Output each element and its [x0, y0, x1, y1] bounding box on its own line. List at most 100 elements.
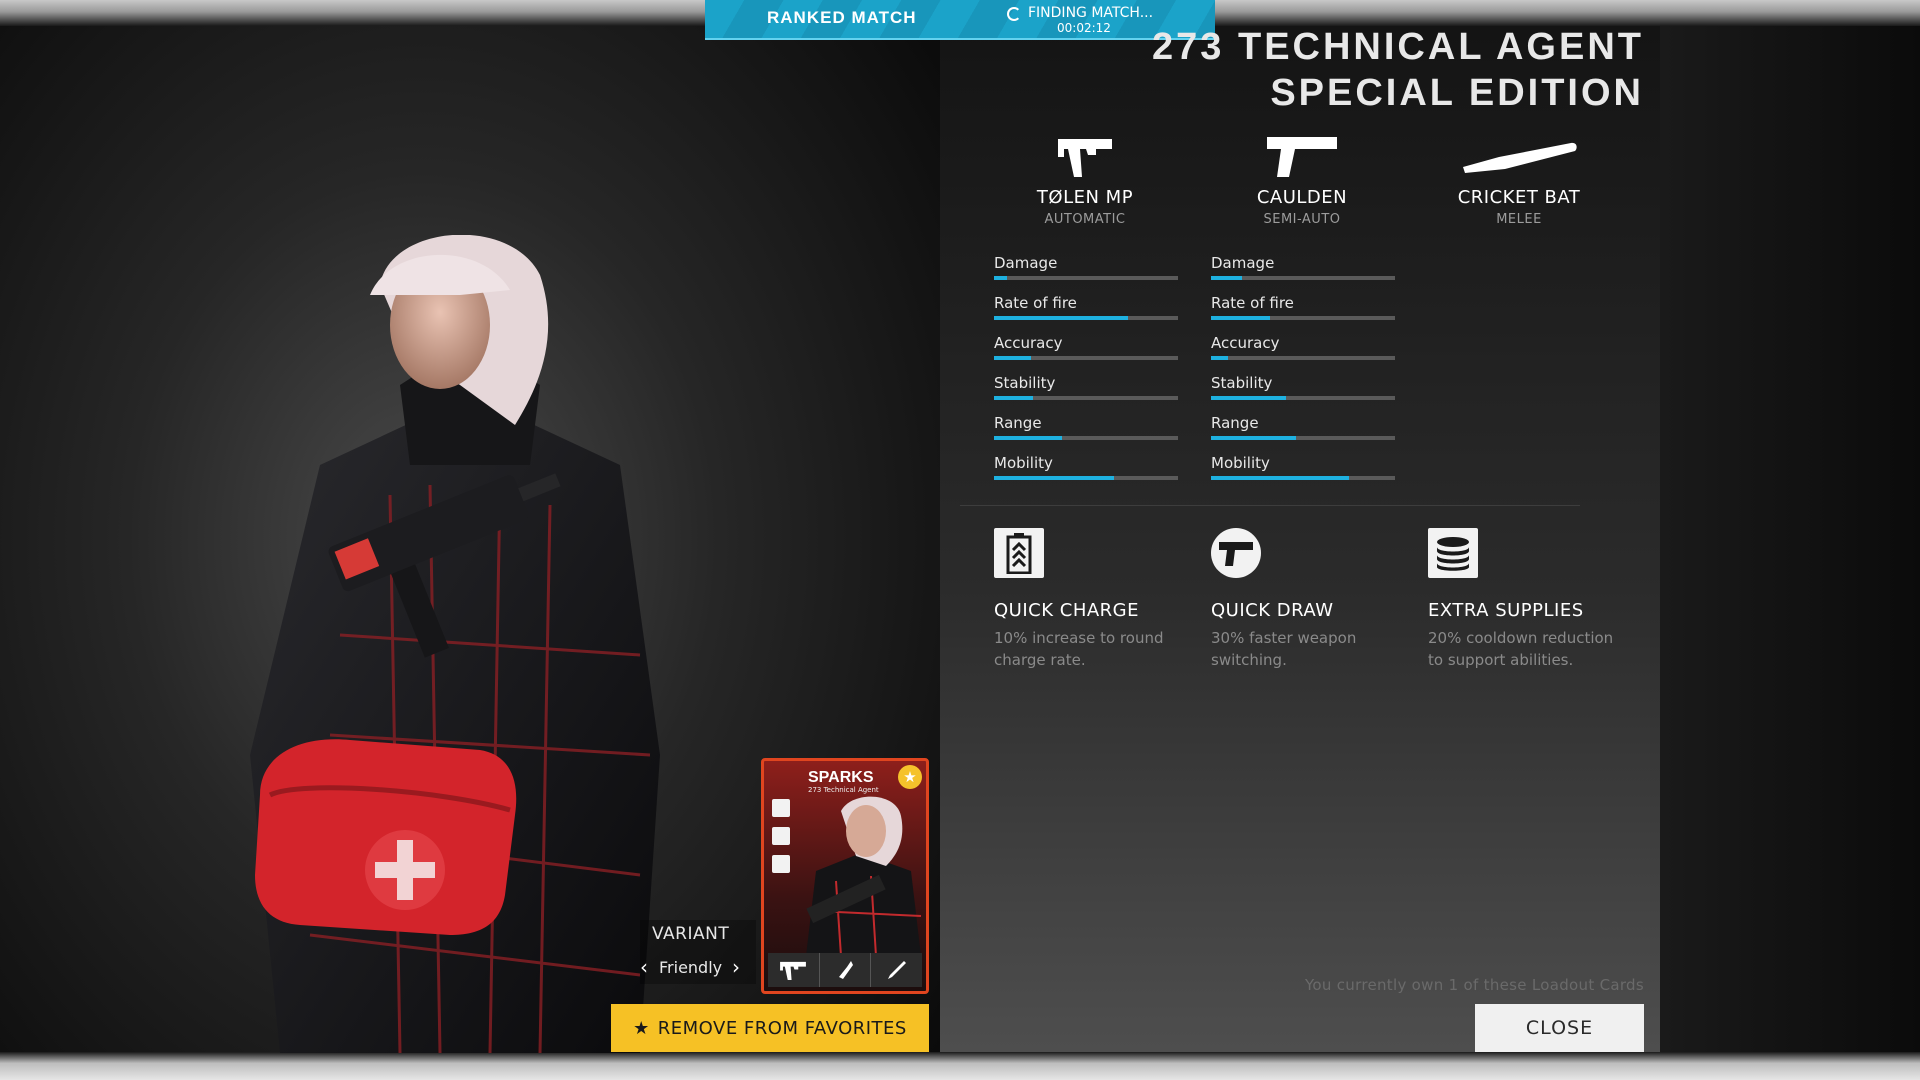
match-status-banner: RANKED MATCH FINDING MATCH... 00:02:12: [705, 0, 1215, 40]
weapon-secondary-type: SEMI-AUTO: [1263, 212, 1341, 227]
weapon-melee: CRICKET BAT MELEE: [1409, 133, 1629, 227]
stat-label: Stability: [1211, 374, 1273, 392]
pistol-icon: [818, 953, 871, 987]
close-button[interactable]: CLOSE: [1475, 1004, 1644, 1052]
section-divider: [960, 505, 1580, 506]
weapon-melee-name: CRICKET BAT: [1457, 187, 1581, 208]
stat-label: Mobility: [1211, 454, 1270, 472]
stat-label: Range: [1211, 414, 1259, 432]
stat-bar-track: [1211, 436, 1395, 440]
card-agent-name: SPARKS: [808, 769, 874, 786]
stat-bar-track: [1211, 396, 1395, 400]
weapon-primary-name: TØLEN MP: [1036, 187, 1134, 208]
stat-row: Stability: [1211, 374, 1395, 414]
perk-name: EXTRA SUPPLIES: [1428, 600, 1584, 621]
stat-bar-fill: [994, 436, 1063, 440]
secondary-weapon-stats: Damage Rate of fire Accuracy Stability Range…: [1211, 254, 1395, 494]
stat-label: Stability: [994, 374, 1056, 392]
stat-bar-fill: [1211, 356, 1228, 360]
weapon-melee-type: MELEE: [1496, 212, 1542, 227]
card-perk-icons: [772, 799, 792, 883]
weapon-primary: TØLEN MP AUTOMATIC: [975, 133, 1195, 227]
stat-bar-track: [1211, 316, 1395, 320]
loadout-edition: SPECIAL EDITION: [1270, 72, 1644, 114]
stat-label: Mobility: [994, 454, 1053, 472]
stat-bar-fill: [1211, 276, 1243, 280]
match-status-label: FINDING MATCH...: [1028, 5, 1154, 21]
perk-extra-supplies: EXTRA SUPPLIES 20% cooldown reduction to…: [1428, 528, 1628, 671]
bottom-frame-bar: [0, 1052, 1920, 1080]
favorite-star-icon: ★: [898, 765, 922, 789]
variant-next-chevron-icon[interactable]: ›: [732, 955, 740, 979]
loadout-card[interactable]: SPARKS 273 Technical Agent ★: [761, 758, 929, 994]
stat-bar-fill: [994, 476, 1114, 480]
stat-row: Mobility: [1211, 454, 1395, 494]
supplies-stack-icon: [1428, 528, 1478, 578]
stat-bar-fill: [994, 316, 1129, 320]
stat-bar-track: [1211, 276, 1395, 280]
perk-quick-draw: QUICK DRAW 30% faster weapon switching.: [1211, 528, 1411, 671]
stat-label: Accuracy: [994, 334, 1063, 352]
variant-prev-chevron-icon[interactable]: ‹: [640, 955, 648, 979]
holster-icon: [772, 827, 790, 845]
stat-row: Range: [1211, 414, 1395, 454]
battery-charge-icon: [994, 528, 1044, 578]
stat-bar-track: [994, 316, 1178, 320]
perk-quick-charge: QUICK CHARGE 10% increase to round charg…: [994, 528, 1194, 671]
weapon-primary-type: AUTOMATIC: [1044, 212, 1126, 227]
weapon-secondary-name: CAULDEN: [1256, 187, 1348, 208]
stat-bar-track: [994, 396, 1178, 400]
stat-label: Range: [994, 414, 1042, 432]
perk-description: 10% increase to round charge rate.: [994, 629, 1164, 669]
stat-bar-fill: [994, 276, 1007, 280]
stat-bar-track: [994, 276, 1178, 280]
perk-description: 20% cooldown reduction to support abilit…: [1428, 629, 1614, 669]
stat-label: Damage: [994, 254, 1058, 272]
stat-row: Damage: [994, 254, 1178, 294]
stat-bar-track: [1211, 356, 1395, 360]
stat-bar-track: [994, 356, 1178, 360]
stat-label: Rate of fire: [994, 294, 1077, 312]
match-timer: 00:02:12: [1057, 21, 1111, 35]
stat-bar-fill: [1211, 436, 1296, 440]
stat-bar-fill: [1211, 476, 1349, 480]
stat-bar-fill: [1211, 316, 1270, 320]
cricket-bat-icon: [870, 953, 922, 987]
stat-row: Rate of fire: [994, 294, 1178, 334]
pistol-icon: [1267, 137, 1337, 177]
stat-bar-fill: [1211, 396, 1287, 400]
perk-name: QUICK CHARGE: [994, 600, 1139, 621]
stat-bar-track: [994, 476, 1178, 480]
primary-weapon-stats: Damage Rate of fire Accuracy Stability Range…: [994, 254, 1178, 494]
card-weapon-strip: [768, 953, 922, 987]
right-backdrop: [1660, 26, 1920, 1052]
stat-label: Rate of fire: [1211, 294, 1294, 312]
supplies-stack-icon: [772, 855, 790, 873]
card-portrait: [806, 796, 922, 956]
stat-bar-fill: [994, 396, 1033, 400]
stat-row: Range: [994, 414, 1178, 454]
cricket-bat-icon: [1463, 142, 1577, 173]
star-icon: ★: [633, 1017, 650, 1039]
weapon-secondary: CAULDEN SEMI-AUTO: [1192, 133, 1412, 227]
battery-charge-icon: [772, 799, 790, 817]
variant-label: VARIANT: [652, 924, 730, 944]
stat-row: Accuracy: [994, 334, 1178, 374]
stat-label: Damage: [1211, 254, 1275, 272]
variant-value: Friendly: [659, 958, 723, 977]
stat-bar-fill: [994, 356, 1031, 360]
favorite-button-label: REMOVE FROM FAVORITES: [657, 1017, 907, 1039]
loading-spinner-icon: [1007, 7, 1021, 21]
smg-icon: [1058, 139, 1112, 177]
ownership-text: You currently own 1 of these Loadout Car…: [1304, 976, 1644, 994]
smg-icon: [768, 953, 819, 987]
stat-row: Stability: [994, 374, 1178, 414]
stat-bar-track: [1211, 476, 1395, 480]
stat-row: Mobility: [994, 454, 1178, 494]
remove-from-favorites-button[interactable]: ★ REMOVE FROM FAVORITES: [611, 1004, 929, 1052]
character-model: [250, 235, 660, 1053]
stat-row: Rate of fire: [1211, 294, 1395, 334]
perk-name: QUICK DRAW: [1211, 600, 1334, 621]
perk-description: 30% faster weapon switching.: [1211, 629, 1357, 669]
stat-row: Damage: [1211, 254, 1395, 294]
